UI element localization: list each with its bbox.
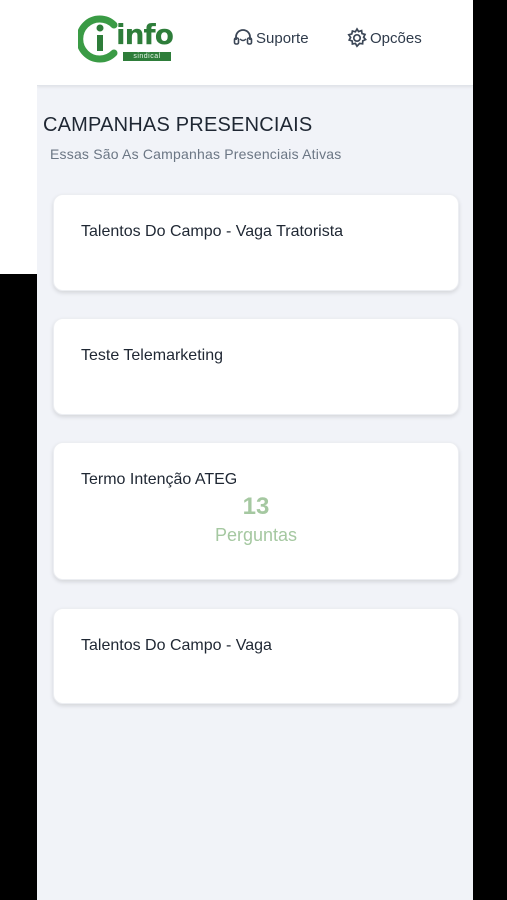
campaign-card[interactable]: Teste Telemarketing xyxy=(53,318,459,415)
options-label: Opcões xyxy=(370,29,422,47)
headset-icon xyxy=(233,29,253,45)
top-header: info sindical Suporte Opcões xyxy=(37,0,473,86)
support-button[interactable]: Suporte xyxy=(232,26,309,50)
gear-icon xyxy=(347,27,367,48)
campaign-card[interactable]: Termo Intenção ATEG 13 Perguntas xyxy=(53,442,459,580)
question-count-label: Perguntas xyxy=(214,525,298,545)
campaign-card[interactable]: Talentos Do Campo - Vaga Tratorista xyxy=(53,194,459,291)
app-screen: info sindical Suporte Opcões CAMPANHAS P… xyxy=(37,0,473,900)
campaign-card[interactable]: Talentos Do Campo - Vaga xyxy=(53,608,459,704)
support-label: Suporte xyxy=(256,29,309,47)
logo-text: info xyxy=(116,18,174,51)
options-button[interactable]: Opcões xyxy=(346,26,422,50)
page-title: CAMPANHAS PRESENCIAIS xyxy=(43,114,313,136)
left-edge-panel xyxy=(0,0,37,274)
campaign-title: Talentos Do Campo - Vaga Tratorista xyxy=(81,223,344,240)
logo-subtext: sindical xyxy=(123,52,171,61)
page-subtitle: Essas São As Campanhas Presenciais Ativa… xyxy=(50,146,342,162)
info-sindical-logo[interactable]: info sindical xyxy=(78,13,174,63)
campaign-title: Teste Telemarketing xyxy=(81,347,223,364)
campaign-title: Talentos Do Campo - Vaga xyxy=(81,637,272,654)
question-count: 13 xyxy=(242,493,270,520)
campaign-title: Termo Intenção ATEG xyxy=(81,471,238,488)
